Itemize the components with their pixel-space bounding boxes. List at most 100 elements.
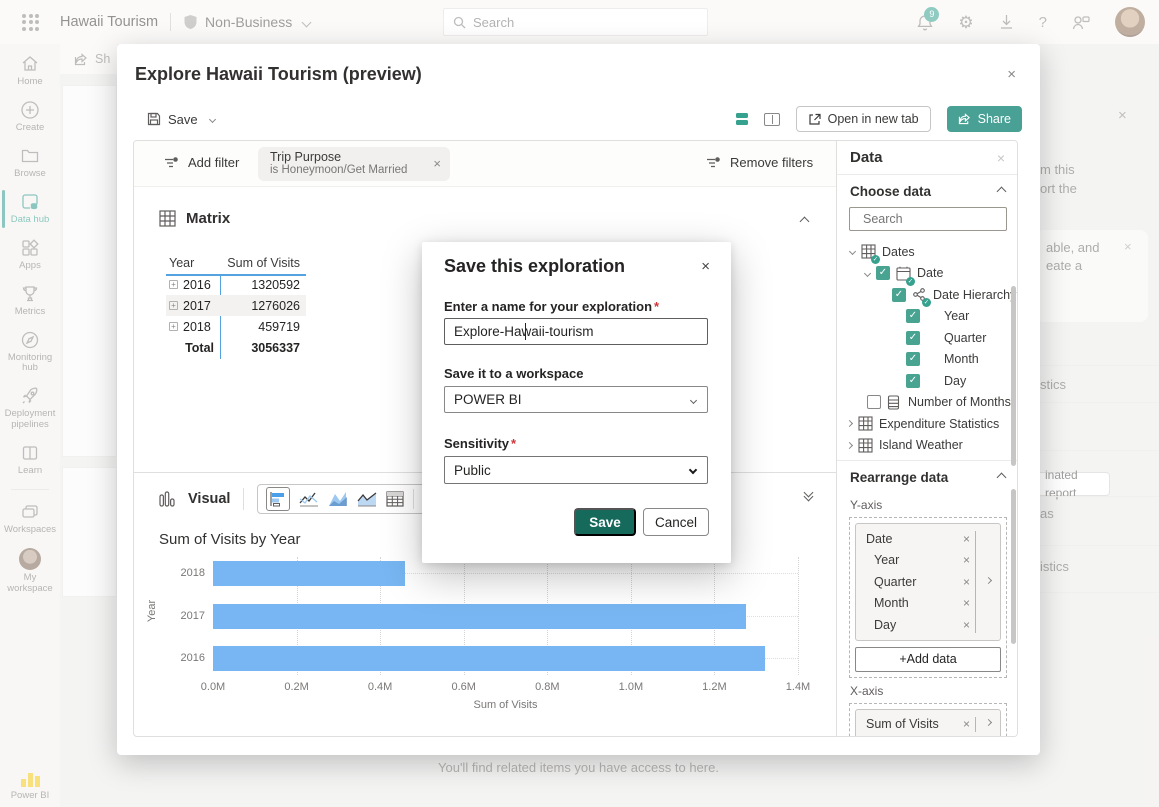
workspace-dropdown[interactable]: POWER BI [444, 386, 708, 413]
save-exploration-modal: Save this exploration Enter a name for y… [422, 242, 731, 563]
field-row-year[interactable]: Year [856, 550, 970, 572]
remove-field-icon[interactable] [963, 717, 970, 731]
modal-save-button[interactable]: Save [574, 508, 636, 536]
rearrange-data-header[interactable]: Rearrange data [837, 460, 1017, 492]
remove-filter-icon[interactable] [433, 156, 441, 171]
modal-cancel-button[interactable]: Cancel [643, 508, 709, 536]
bar-chart-type-button[interactable] [266, 487, 291, 511]
checkbox-checked[interactable] [892, 287, 906, 302]
scrollbar[interactable] [1011, 489, 1016, 644]
share-button[interactable]: Share [946, 106, 1022, 132]
checkbox-checked[interactable] [906, 330, 920, 345]
close-icon[interactable] [701, 258, 710, 275]
data-search[interactable] [849, 207, 1017, 231]
sensitivity-select[interactable]: Public [444, 456, 708, 484]
field-row-month[interactable]: Month [856, 593, 970, 615]
bar-2018[interactable] [213, 561, 406, 586]
divider [975, 716, 976, 732]
open-in-new-tab-button[interactable]: Open in new tab [795, 106, 931, 132]
expand-field-chevron[interactable] [984, 719, 993, 727]
visual-header: Visual [159, 484, 438, 514]
matrix-total-label: Total [185, 340, 214, 355]
close-icon[interactable] [1007, 66, 1016, 83]
remove-field-icon[interactable] [963, 575, 970, 589]
remove-field-icon[interactable] [963, 553, 970, 567]
field-label: Date [866, 531, 893, 546]
remove-field-icon[interactable] [963, 532, 970, 546]
checkbox-checked[interactable] [906, 309, 920, 324]
close-icon[interactable] [997, 150, 1005, 166]
x-tick-label: 1.0M [618, 681, 644, 693]
bar-2017[interactable] [213, 604, 747, 629]
chevron-down-icon[interactable] [863, 269, 872, 277]
add-data-button[interactable]: +Add data [855, 646, 1001, 672]
hierarchy-icon [912, 287, 931, 308]
tree-item-dates[interactable]: Dates [837, 241, 1017, 265]
y-axis-field-card[interactable]: Date Year Quarter Month [855, 523, 1001, 641]
choose-data-header[interactable]: Choose data [837, 175, 1017, 206]
add-filter-button[interactable]: Add filter [164, 155, 239, 170]
matrix-row[interactable]: 2016 1320592 [166, 274, 306, 295]
filter-icon [165, 156, 178, 167]
tree-item-date-hierarchy[interactable]: Date Hierarchy [837, 284, 1017, 308]
save-label: Save [168, 111, 198, 127]
chevron-right-icon[interactable] [845, 420, 854, 428]
chevron-down-icon [688, 465, 698, 475]
layout-rows-toggle-icon[interactable] [735, 113, 748, 125]
tree-item-label: Island Weather [879, 438, 963, 453]
bar-2016[interactable] [213, 646, 765, 671]
tree-item-month[interactable]: Month [837, 349, 1017, 371]
matrix-total-value: 3056337 [251, 340, 300, 355]
checkbox-checked[interactable] [876, 266, 890, 281]
tree-item-number-of-months[interactable]: Number of Months [837, 392, 1017, 414]
split-view-icon[interactable] [763, 112, 780, 126]
data-panel-title: Data [850, 149, 883, 166]
data-search-input[interactable] [863, 212, 1017, 226]
checkbox-checked[interactable] [906, 373, 920, 388]
matrix-row[interactable]: 2017 1276026 [166, 295, 306, 316]
exploration-name-input[interactable]: Explore-Hawaii-tourism [444, 318, 708, 345]
expand-icon[interactable] [169, 322, 178, 331]
area-chart-type-button[interactable] [328, 491, 348, 507]
expand-icon[interactable] [169, 280, 178, 289]
x-axis-well: Sum of Visits [849, 702, 1007, 736]
tree-item-quarter[interactable]: Quarter [837, 327, 1017, 349]
table-type-button[interactable] [386, 491, 405, 507]
workspace-value: POWER BI [454, 392, 522, 407]
name-field-label: Enter a name for your exploration * [444, 299, 660, 314]
checkbox-checked[interactable] [906, 352, 920, 367]
scrollbar[interactable] [1011, 286, 1016, 466]
field-row-quarter[interactable]: Quarter [856, 571, 970, 593]
choose-data-label: Choose data [850, 184, 932, 199]
field-row-sum-of-visits[interactable]: Sum of Visits [856, 714, 970, 736]
table-icon [858, 438, 873, 453]
save-button[interactable]: Save [147, 111, 216, 127]
tree-item-label: Date Hierarchy [933, 287, 1017, 302]
field-row-date[interactable]: Date [856, 528, 970, 550]
remove-filters-button[interactable]: Remove filters [706, 155, 813, 170]
chevron-down-icon[interactable] [848, 248, 857, 256]
matrix-row[interactable]: 2018 459719 [166, 316, 306, 337]
tree-item-island-weather[interactable]: Island Weather [837, 435, 1017, 457]
y-tick-label: 2017 [180, 610, 205, 622]
tree-item-day[interactable]: Day [837, 370, 1017, 392]
chevron-right-icon[interactable] [845, 441, 854, 449]
tree-item-year[interactable]: Year [837, 306, 1017, 328]
collapse-visual-icon[interactable] [803, 487, 814, 502]
expand-icon[interactable] [169, 301, 178, 310]
line-chart-type-button[interactable] [299, 491, 319, 507]
checkbox-unchecked[interactable] [867, 395, 881, 410]
field-row-day[interactable]: Day [856, 614, 970, 636]
gridline [798, 557, 799, 675]
remove-field-icon[interactable] [963, 618, 970, 632]
chevron-down-icon [689, 396, 698, 405]
x-tick-label: 0.8M [535, 681, 560, 693]
expand-field-chevron[interactable] [984, 576, 993, 584]
stacked-area-chart-type-button[interactable] [357, 491, 377, 507]
tree-item-date[interactable]: Date [837, 263, 1017, 286]
remove-field-icon[interactable] [963, 596, 970, 610]
x-axis-field-card[interactable]: Sum of Visits [855, 708, 1001, 736]
filter-pill[interactable]: Trip Purpose is Honeymoon/Get Married [258, 147, 450, 181]
collapse-matrix-icon[interactable] [799, 216, 810, 227]
tree-item-expenditure-statistics[interactable]: Expenditure Statistics [837, 413, 1017, 435]
